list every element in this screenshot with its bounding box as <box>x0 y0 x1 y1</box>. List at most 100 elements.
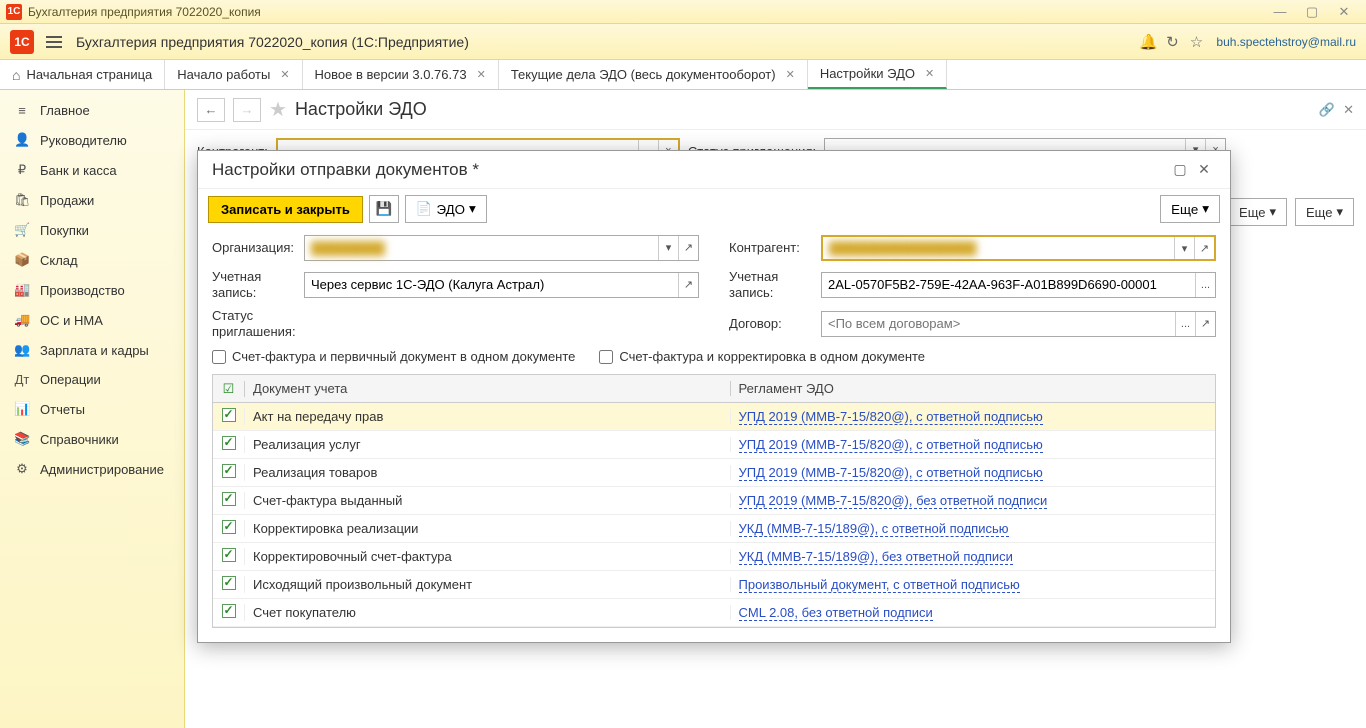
save-and-close-button[interactable]: Записать и закрыть <box>208 196 363 223</box>
lookup-button[interactable]: ... <box>1195 273 1215 297</box>
lookup-button[interactable]: ... <box>1175 312 1195 336</box>
sidebar-item[interactable]: ДтОперации <box>0 365 184 394</box>
minimize-button[interactable]: — <box>1264 3 1296 21</box>
close-dialog-button[interactable]: ✕ <box>1192 161 1216 178</box>
sidebar-item[interactable]: 📚Справочники <box>0 424 184 454</box>
more-button[interactable]: Еще ▾ <box>1160 195 1220 223</box>
table-row[interactable]: Реализация товаровУПД 2019 (ММВ-7-15/820… <box>213 459 1215 487</box>
documents-table: ☑ Документ учета Регламент ЭДО Акт на пе… <box>212 374 1216 628</box>
tab-item[interactable]: Начало работы ✕ <box>165 60 302 89</box>
account-input[interactable] <box>305 273 678 297</box>
more-button[interactable]: Еще▾ <box>1228 198 1287 226</box>
sidebar-item[interactable]: ≡Главное <box>0 96 184 125</box>
nav-forward-button[interactable]: → <box>233 98 261 122</box>
sidebar-icon: Дт <box>14 372 30 387</box>
table-row[interactable]: Исходящий произвольный документПроизволь… <box>213 571 1215 599</box>
row-checkbox[interactable] <box>213 492 245 509</box>
check-sf-primary[interactable]: Счет-фактура и первичный документ в одно… <box>212 349 575 364</box>
contract-input[interactable] <box>822 312 1175 336</box>
check-sf-correction[interactable]: Счет-фактура и корректировка в одном док… <box>599 349 925 364</box>
bell-icon[interactable]: 🔔 <box>1136 33 1160 51</box>
save-button[interactable]: 💾 <box>369 195 399 223</box>
checkbox[interactable] <box>599 350 613 364</box>
tab-label: Новое в версии 3.0.76.73 <box>315 67 467 82</box>
reglament-link[interactable]: УКД (ММВ-7-15/189@), без ответной подпис… <box>739 549 1013 565</box>
dropdown-button[interactable]: ▾ <box>1174 237 1194 259</box>
sidebar-icon: 🛍 <box>14 192 30 208</box>
open-button[interactable]: ↗ <box>1194 237 1214 259</box>
close-page-button[interactable]: ✕ <box>1343 102 1354 118</box>
close-icon[interactable]: ✕ <box>477 68 486 81</box>
account2-input[interactable] <box>822 273 1195 297</box>
sidebar-item[interactable]: 🚚ОС и НМА <box>0 305 184 335</box>
doc-column-header[interactable]: Документ учета <box>245 381 731 396</box>
table-row[interactable]: Счет покупателю CML 2.08, без ответной по… <box>213 599 1215 627</box>
row-checkbox[interactable] <box>213 464 245 481</box>
close-window-button[interactable]: ✕ <box>1328 3 1360 21</box>
sidebar-item[interactable]: 🛒Покупки <box>0 215 184 245</box>
row-checkbox[interactable] <box>213 520 245 537</box>
reglament-link[interactable]: УКД (ММВ-7-15/189@), с ответной подписью <box>739 521 1009 537</box>
star-icon[interactable]: ☆ <box>1184 33 1208 51</box>
favorite-star-icon[interactable]: ★ <box>269 97 287 122</box>
reglament-link[interactable]: УПД 2019 (ММВ-7-15/820@), с ответной под… <box>739 465 1043 481</box>
close-icon[interactable]: ✕ <box>925 67 934 80</box>
table-row[interactable]: Корректировочный счет-фактура УКД (ММВ-7-… <box>213 543 1215 571</box>
doc-cell: Счет покупателю <box>245 605 731 620</box>
window-title: Бухгалтерия предприятия 7022020_копия <box>28 5 1264 19</box>
reg-column-header[interactable]: Регламент ЭДО <box>731 381 1216 396</box>
table-row[interactable]: Реализация услугУПД 2019 (ММВ-7-15/820@)… <box>213 431 1215 459</box>
table-row[interactable]: Корректировка реализацииУКД (ММВ-7-15/18… <box>213 515 1215 543</box>
open-button[interactable]: ↗ <box>678 236 698 260</box>
tab-item[interactable]: Текущие дела ЭДО (весь документооборот) … <box>499 60 808 89</box>
history-icon[interactable]: ↻ <box>1160 33 1184 51</box>
open-button[interactable]: ↗ <box>1195 312 1215 336</box>
tab-home[interactable]: ⌂ Начальная страница <box>0 60 165 89</box>
organization-input[interactable] <box>305 236 658 260</box>
close-icon[interactable]: ✕ <box>786 68 795 81</box>
reglament-link[interactable]: УПД 2019 (ММВ-7-15/820@), без ответной п… <box>739 493 1048 509</box>
edo-dropdown-button[interactable]: 📄 ЭДО ▾ <box>405 195 487 223</box>
maximize-button[interactable]: ▢ <box>1296 3 1328 21</box>
hamburger-icon[interactable] <box>42 30 66 54</box>
counterparty-input[interactable] <box>823 237 1174 259</box>
sidebar-item[interactable]: 🛍Продажи <box>0 185 184 215</box>
nav-back-button[interactable]: ← <box>197 98 225 122</box>
reglament-link[interactable]: CML 2.08, без ответной подписи <box>739 605 933 621</box>
dialog-header: Настройки отправки документов * ▢ ✕ <box>198 151 1230 189</box>
doc-cell: Корректировочный счет-фактура <box>245 549 731 564</box>
table-row[interactable]: Счет-фактура выданный УПД 2019 (ММВ-7-15/… <box>213 487 1215 515</box>
sidebar-item[interactable]: 🏭Производство <box>0 275 184 305</box>
sidebar-item[interactable]: 📊Отчеты <box>0 394 184 424</box>
row-checkbox[interactable] <box>213 436 245 453</box>
sidebar-item[interactable]: 👥Зарплата и кадры <box>0 335 184 365</box>
dropdown-button[interactable]: ▾ <box>658 236 678 260</box>
row-checkbox[interactable] <box>213 408 245 425</box>
sidebar-item[interactable]: ⚙Администрирование <box>0 454 184 484</box>
doc-cell: Акт на передачу прав <box>245 409 731 424</box>
reglament-link[interactable]: УПД 2019 (ММВ-7-15/820@), с ответной под… <box>739 409 1043 425</box>
row-checkbox[interactable] <box>213 604 245 621</box>
sidebar-item[interactable]: 📦Склад <box>0 245 184 275</box>
tab-item[interactable]: Новое в версии 3.0.76.73 ✕ <box>303 60 499 89</box>
reg-cell: CML 2.08, без ответной подписи <box>731 605 1216 620</box>
sidebar-item[interactable]: ₽Банк и касса <box>0 155 184 185</box>
user-email[interactable]: buh.spectehstroy@mail.ru <box>1216 35 1356 49</box>
check-all-header[interactable]: ☑ <box>213 381 245 397</box>
link-icon[interactable]: 🔗 <box>1319 102 1335 118</box>
sidebar-icon: ₽ <box>14 162 30 178</box>
doc-cell: Счет-фактура выданный <box>245 493 731 508</box>
table-row[interactable]: Акт на передачу прав УПД 2019 (ММВ-7-15/8… <box>213 403 1215 431</box>
maximize-dialog-button[interactable]: ▢ <box>1168 161 1192 178</box>
tab-item-active[interactable]: Настройки ЭДО ✕ <box>808 60 947 89</box>
open-button[interactable]: ↗ <box>678 273 698 297</box>
reglament-link[interactable]: УПД 2019 (ММВ-7-15/820@), с ответной под… <box>739 437 1043 453</box>
row-checkbox[interactable] <box>213 576 245 593</box>
more-button[interactable]: Еще▾ <box>1295 198 1354 226</box>
close-icon[interactable]: ✕ <box>280 68 289 81</box>
reglament-link[interactable]: Произвольный документ, с ответной подпис… <box>739 577 1020 593</box>
account-label: Учетная запись: <box>212 269 296 300</box>
sidebar-item[interactable]: 👤Руководителю <box>0 125 184 155</box>
checkbox[interactable] <box>212 350 226 364</box>
row-checkbox[interactable] <box>213 548 245 565</box>
